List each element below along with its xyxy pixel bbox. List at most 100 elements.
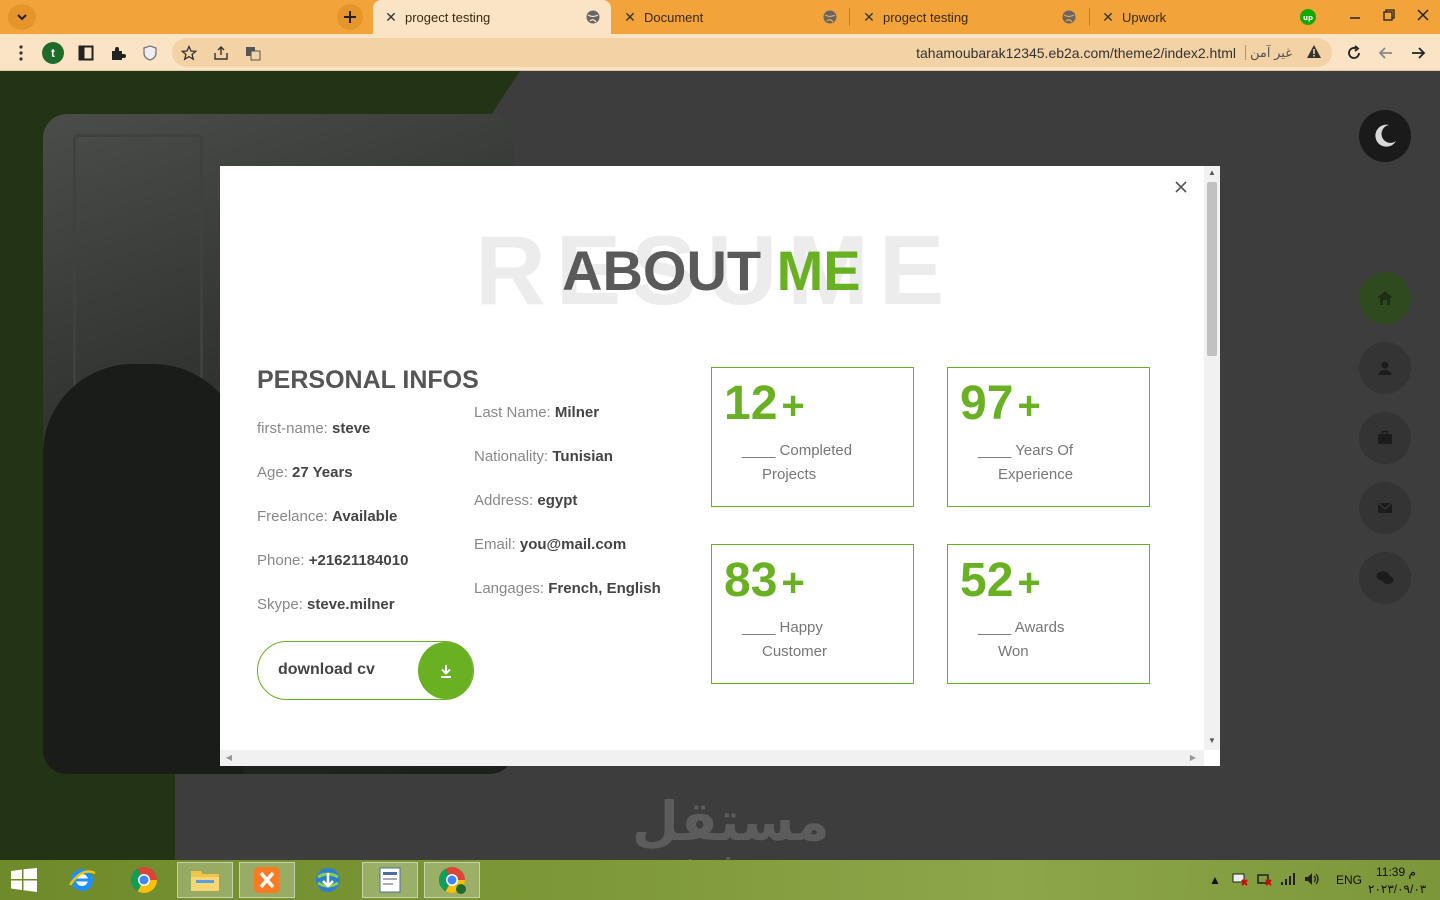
- shield-icon[interactable]: [139, 42, 161, 64]
- bookmark-star-icon[interactable]: [178, 42, 200, 64]
- new-tab-button[interactable]: [337, 4, 363, 30]
- modal-close-button[interactable]: [1170, 176, 1192, 198]
- stat-happy-customer: 83 + ____ Happy Customer: [711, 544, 914, 684]
- taskbar-xampp[interactable]: [239, 862, 295, 898]
- scroll-up-icon[interactable]: ▲: [1204, 166, 1220, 180]
- globe-icon: [1062, 10, 1076, 24]
- extensions-icon[interactable]: [107, 42, 129, 64]
- info-label: Age:: [257, 464, 288, 481]
- scroll-right-icon[interactable]: ▶: [1186, 750, 1200, 766]
- xampp-icon: [254, 867, 280, 893]
- browser-tab[interactable]: ✕ progect testing: [851, 0, 1087, 34]
- address-bar[interactable]: tahamoubarak12345.eb2a.com/theme2/index2…: [172, 38, 1332, 67]
- dark-mode-toggle[interactable]: [1359, 110, 1411, 162]
- signal-icon[interactable]: [1276, 872, 1300, 889]
- info-label: first-name:: [257, 420, 328, 437]
- info-last-name: Last Name: Milner: [474, 404, 599, 421]
- taskbar-download-manager[interactable]: [300, 862, 356, 898]
- close-icon[interactable]: ✕: [622, 9, 638, 26]
- url-text[interactable]: tahamoubarak12345.eb2a.com/theme2/index2…: [916, 45, 1236, 61]
- globe-icon: [823, 10, 837, 24]
- chevron-down-icon: [17, 14, 27, 21]
- language-indicator[interactable]: ENG: [1336, 873, 1362, 887]
- nav-about-button[interactable]: [1359, 342, 1411, 394]
- personal-infos-title: PERSONAL INFOS: [257, 366, 479, 394]
- stat-label-line2: Customer: [762, 643, 828, 660]
- chrome-icon: [130, 867, 158, 894]
- tab-search-button[interactable]: [8, 4, 36, 30]
- stat-number: 12 +: [724, 376, 805, 431]
- power-icon[interactable]: [1252, 872, 1276, 889]
- restore-icon[interactable]: [1372, 0, 1406, 30]
- briefcase-icon: [1378, 430, 1392, 444]
- close-icon[interactable]: ✕: [383, 9, 399, 26]
- info-label: Freelance:: [257, 508, 328, 525]
- watermark-arabic: مستقل: [632, 792, 830, 852]
- info-label: Skype:: [257, 596, 303, 613]
- taskbar-chrome[interactable]: [116, 862, 172, 898]
- stat-label-line1: ____ Completed: [742, 442, 853, 459]
- stat-number: 97 +: [960, 376, 1041, 431]
- home-icon: [1377, 291, 1393, 305]
- tray-expand-icon[interactable]: ▲: [1208, 873, 1222, 887]
- network-error-icon[interactable]: [1228, 872, 1252, 889]
- download-cv-label: download cv: [278, 661, 375, 678]
- translate-icon[interactable]: [242, 42, 264, 64]
- clock-time[interactable]: 11:39 م: [1376, 865, 1416, 879]
- volume-icon[interactable]: [1300, 872, 1324, 889]
- vertical-scrollbar[interactable]: ▲ ▼: [1204, 166, 1220, 750]
- profile-avatar[interactable]: t: [42, 42, 64, 64]
- folder-icon: [191, 871, 219, 891]
- insecure-label[interactable]: غير آمن: [1250, 45, 1292, 61]
- stat-plus: +: [1017, 561, 1041, 605]
- info-label: Phone:: [257, 552, 305, 569]
- windows-taskbar: ▲ ENG 11:39 م ٢٠٢٣/٠٩/٠٣: [0, 860, 1440, 900]
- minimize-icon[interactable]: [1338, 0, 1372, 30]
- forward-arrow-icon[interactable]: [1407, 42, 1429, 64]
- taskbar-document-app[interactable]: [362, 862, 418, 898]
- menu-dots-icon[interactable]: [10, 42, 32, 64]
- browser-tab[interactable]: ✕ progect testing: [373, 0, 611, 34]
- start-button[interactable]: [6, 866, 42, 894]
- close-icon[interactable]: ✕: [1100, 9, 1116, 26]
- browser-tab[interactable]: ✕ Upwork up: [1090, 0, 1326, 34]
- share-icon[interactable]: [210, 42, 232, 64]
- scrollbar-thumb[interactable]: [1207, 182, 1217, 356]
- browser-tab[interactable]: ✕ Document: [612, 0, 848, 34]
- download-cv-button[interactable]: download cv: [257, 641, 474, 700]
- sidebar-icon[interactable]: [75, 42, 97, 64]
- info-label: Address:: [474, 492, 534, 509]
- info-age: Age: 27 Years: [257, 464, 353, 481]
- nav-portfolio-button[interactable]: [1359, 412, 1411, 464]
- scroll-down-icon[interactable]: ▼: [1204, 734, 1220, 748]
- document-icon: [379, 867, 401, 893]
- info-nationality: Nationality: Tunisian: [474, 448, 613, 465]
- taskbar-internet-explorer[interactable]: [54, 862, 110, 898]
- info-value: French, English: [548, 580, 661, 597]
- nav-blog-button[interactable]: [1359, 552, 1411, 604]
- clock-date[interactable]: ٢٠٢٣/٠٩/٠٣: [1368, 882, 1426, 896]
- scroll-left-icon[interactable]: ◀: [222, 750, 236, 766]
- horizontal-scrollbar[interactable]: ◀ ▶: [220, 750, 1204, 766]
- taskbar-chrome-active[interactable]: [424, 862, 480, 898]
- nav-home-button[interactable]: [1359, 272, 1411, 324]
- info-freelance: Freelance: Available: [257, 508, 397, 525]
- nav-contact-button[interactable]: [1359, 482, 1411, 534]
- stat-label-line1: ____ Years Of: [978, 442, 1074, 459]
- heading-part-1: ABOUT: [562, 239, 762, 302]
- info-value: Available: [332, 508, 398, 525]
- close-window-icon[interactable]: [1406, 0, 1440, 30]
- photo-person-silhouette: [43, 364, 243, 774]
- info-address: Address: egypt: [474, 492, 577, 509]
- warning-icon[interactable]: [1306, 44, 1322, 63]
- info-value: +21621184010: [308, 552, 409, 569]
- stat-number: 83 +: [724, 553, 805, 608]
- back-arrow-icon[interactable]: [1375, 42, 1397, 64]
- stat-value: 12: [724, 377, 778, 430]
- reload-icon[interactable]: [1343, 42, 1365, 64]
- globe-download-icon: [316, 868, 340, 892]
- close-icon[interactable]: ✕: [861, 9, 877, 26]
- stat-awards-won: 52 + ____ Awards Won: [947, 544, 1150, 684]
- stat-value: 52: [960, 554, 1014, 607]
- taskbar-file-explorer[interactable]: [177, 862, 233, 898]
